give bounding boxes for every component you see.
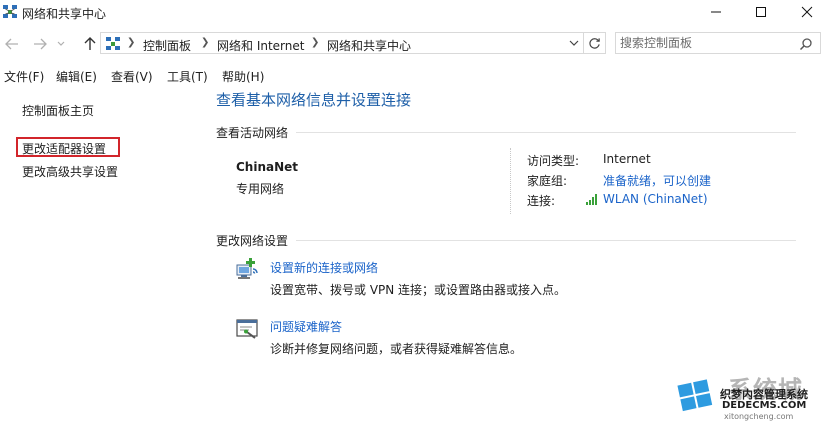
menu-view[interactable]: 查看(V)	[111, 68, 153, 85]
watermark-text-en: DEDECMS.COM	[722, 400, 807, 411]
access-type-value: Internet	[603, 152, 651, 166]
arrow-right-icon	[34, 38, 47, 50]
breadcrumb-network-sharing-center[interactable]: 网络和共享中心	[327, 37, 411, 54]
arrow-up-icon	[84, 37, 96, 50]
new-connection-icon[interactable]	[234, 256, 260, 282]
sidebar-item-control-panel-home[interactable]: 控制面板主页	[22, 102, 94, 119]
menu-tools[interactable]: 工具(T)	[167, 68, 208, 85]
back-button[interactable]	[2, 34, 22, 54]
forward-button[interactable]	[30, 34, 50, 54]
breadcrumb-separator-icon: ❯	[127, 37, 136, 48]
wlan-connection-link[interactable]: WLAN (ChinaNet)	[603, 192, 708, 206]
arrow-left-icon	[5, 38, 18, 50]
minimize-icon	[711, 11, 721, 13]
page-title: 查看基本网络信息并设置连接	[216, 91, 412, 109]
breadcrumb-separator-icon: ❯	[201, 37, 210, 48]
watermark: 系统城 织梦内容管理系统 DEDECMS.COM xitongcheng.com	[670, 368, 830, 422]
maximize-button[interactable]	[738, 0, 784, 24]
refresh-button[interactable]	[584, 32, 606, 54]
menu-file[interactable]: 文件(F)	[4, 68, 44, 85]
search-box[interactable]	[615, 32, 821, 54]
access-type-label: 访问类型:	[527, 154, 580, 168]
chevron-down-icon	[57, 41, 65, 46]
homegroup-link[interactable]: 准备就绪，可以创建	[603, 172, 711, 189]
menu-bar: 文件(F) 编辑(E) 查看(V) 工具(T) 帮助(H)	[0, 66, 830, 86]
connections-label: 连接:	[527, 194, 556, 208]
network-name: ChinaNet	[236, 160, 299, 174]
close-button[interactable]	[784, 0, 830, 24]
chevron-down-icon	[569, 40, 579, 46]
troubleshoot-problems-description: 诊断并修复网络问题，或者获得疑难解答信息。	[270, 342, 523, 356]
title-bar: 网络和共享中心	[0, 0, 830, 26]
setup-new-connection-description: 设置宽带、拨号或 VPN 连接；或设置路由器或接入点。	[270, 283, 567, 297]
troubleshoot-icon[interactable]	[234, 316, 260, 342]
network-category: 专用网络	[236, 182, 285, 196]
address-dropdown-button[interactable]	[567, 36, 581, 50]
recent-locations-button[interactable]	[54, 34, 68, 54]
troubleshoot-problems-link[interactable]: 问题疑难解答	[270, 318, 342, 335]
network-center-icon	[2, 4, 18, 20]
breadcrumb-control-panel[interactable]: 控制面板	[143, 37, 191, 54]
breadcrumb-network-internet[interactable]: 网络和 Internet	[217, 37, 304, 54]
search-icon[interactable]	[799, 37, 813, 51]
menu-edit[interactable]: 编辑(E)	[56, 68, 97, 85]
control-panel-icon	[105, 36, 121, 52]
maximize-icon	[756, 7, 766, 17]
window-title: 网络和共享中心	[22, 7, 107, 21]
close-icon	[801, 6, 813, 18]
section-change-settings-label: 更改网络设置	[216, 234, 289, 248]
menu-help[interactable]: 帮助(H)	[222, 68, 264, 85]
up-button[interactable]	[80, 34, 100, 54]
refresh-icon	[589, 37, 600, 49]
windows-logo-icon	[674, 376, 718, 416]
address-bar[interactable]: ❯ 控制面板 ❯ 网络和 Internet ❯ 网络和共享中心	[100, 32, 584, 54]
homegroup-label: 家庭组:	[527, 174, 568, 188]
section-active-networks-label: 查看活动网络	[216, 126, 289, 140]
section-divider	[296, 132, 796, 133]
sidebar-item-change-adapter-settings[interactable]: 更改适配器设置	[22, 140, 106, 157]
breadcrumb-separator-icon: ❯	[311, 37, 320, 48]
search-input[interactable]	[620, 35, 790, 51]
minimize-button[interactable]	[693, 0, 739, 24]
wifi-signal-icon	[585, 193, 599, 205]
watermark-url: xitongcheng.com	[724, 412, 794, 421]
setup-new-connection-link[interactable]: 设置新的连接或网络	[270, 259, 378, 276]
section-divider	[296, 240, 796, 241]
vertical-divider	[510, 148, 512, 214]
sidebar-item-change-advanced-sharing[interactable]: 更改高级共享设置	[22, 163, 118, 180]
